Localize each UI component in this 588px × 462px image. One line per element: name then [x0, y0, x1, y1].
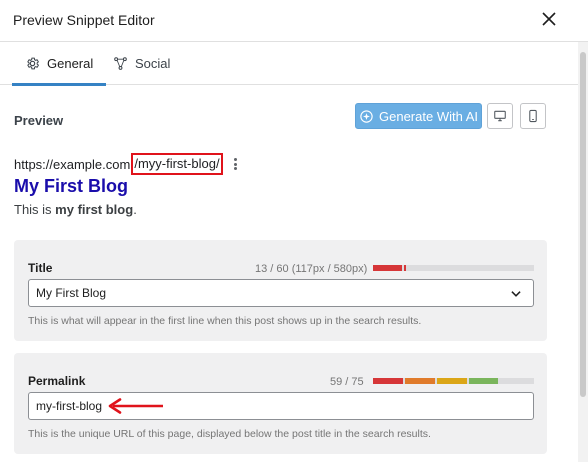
tab-social[interactable]: Social	[113, 42, 170, 85]
dialog-header: Preview Snippet Editor	[0, 0, 588, 42]
ai-sparkle-icon	[360, 109, 373, 123]
description-suffix: .	[133, 202, 137, 217]
red-arrow-annotation	[108, 398, 163, 414]
title-input-value: My First Blog	[36, 286, 107, 300]
permalink-meter-segment-orange	[405, 378, 435, 384]
permalink-field-label: Permalink	[28, 374, 86, 388]
close-button[interactable]	[538, 8, 560, 30]
tab-social-label: Social	[135, 56, 171, 71]
permalink-meter-segment-green	[469, 378, 498, 384]
permalink-meter-segment-yellow	[437, 378, 467, 384]
title-help-text: This is what will appear in the first li…	[28, 315, 422, 327]
tab-bar: General Social	[0, 42, 578, 86]
permalink-help-text: This is the unique URL of this page, dis…	[28, 428, 431, 440]
share-icon	[114, 57, 127, 70]
title-meter-fill	[373, 265, 402, 271]
url-slug-highlighted: /myy-first-blog/	[131, 153, 223, 175]
generate-with-ai-label: Generate With AI	[379, 108, 478, 124]
preview-heading: Preview	[14, 113, 64, 128]
scrollbar[interactable]	[578, 42, 588, 462]
description-prefix: This is	[14, 202, 56, 217]
mobile-icon	[529, 109, 537, 123]
mobile-preview-button[interactable]	[520, 103, 546, 129]
title-counter: 13 / 60 (117px / 580px)	[255, 263, 368, 275]
preview-url: https://example.com /myy-first-blog/	[14, 153, 241, 175]
permalink-counter: 59 / 75	[330, 376, 364, 388]
close-icon[interactable]	[538, 8, 560, 30]
chevron-down-icon[interactable]	[509, 287, 523, 301]
title-field-label: Title	[28, 261, 53, 275]
preview-description: This is my first blog.	[14, 202, 137, 217]
url-base: https://example.com	[14, 156, 131, 172]
desktop-icon	[494, 110, 506, 122]
permalink-length-meter	[373, 378, 534, 384]
title-input[interactable]: My First Blog	[28, 279, 534, 307]
desktop-preview-button[interactable]	[487, 103, 513, 129]
permalink-meter-segment-red	[373, 378, 403, 384]
permalink-input[interactable]: my-first-blog	[28, 392, 534, 420]
title-meter-fill-tip	[404, 265, 406, 271]
title-field-card: Title 13 / 60 (117px / 580px) My First B…	[14, 240, 547, 341]
permalink-input-value: my-first-blog	[36, 399, 103, 413]
generate-with-ai-button[interactable]: Generate With AI	[355, 103, 482, 129]
permalink-field-card: Permalink 59 / 75 my-first-blog This is …	[14, 353, 547, 454]
preview-blog-title[interactable]: My First Blog	[14, 176, 128, 197]
title-length-meter	[373, 265, 534, 271]
tab-general-label: General	[47, 56, 94, 71]
more-options-icon[interactable]	[231, 157, 241, 171]
description-bold: my first blog	[55, 202, 134, 217]
dialog-title: Preview Snippet Editor	[13, 12, 155, 28]
tab-general[interactable]: General	[11, 42, 107, 86]
gear-icon	[27, 57, 39, 70]
scrollbar-thumb[interactable]	[580, 52, 586, 397]
